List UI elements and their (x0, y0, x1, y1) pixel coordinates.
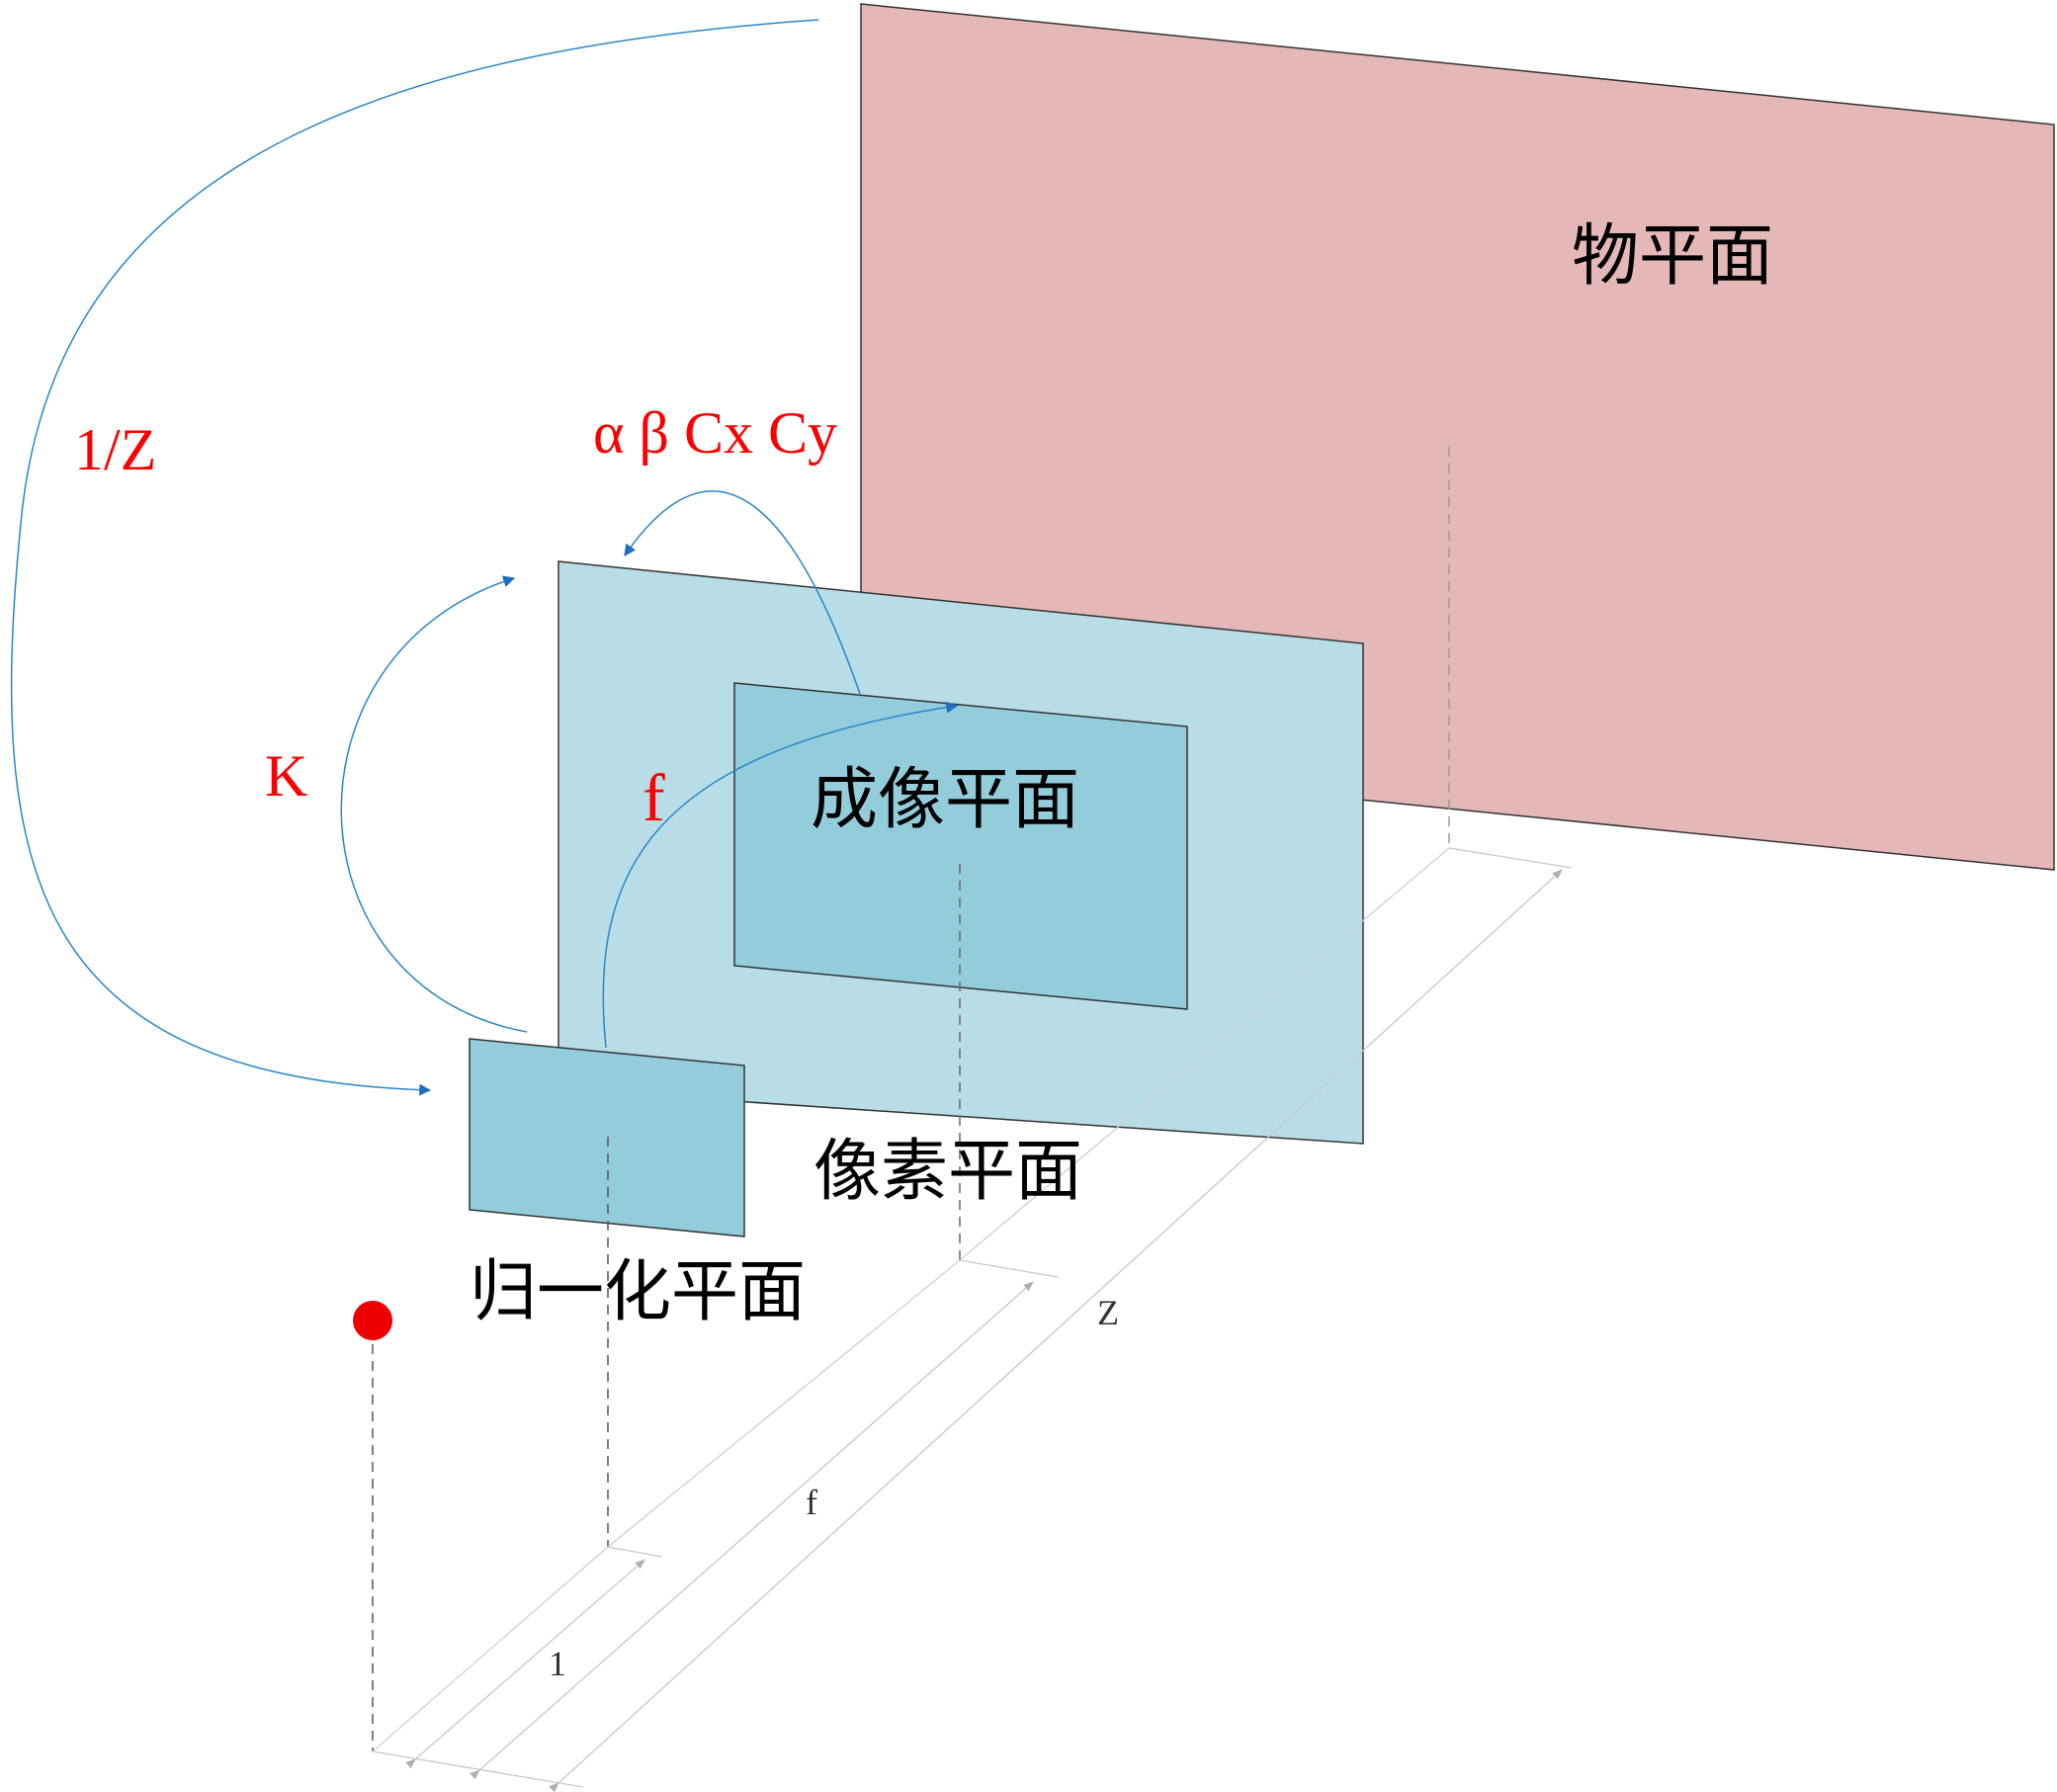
image-plane-label: 成像平面 (811, 761, 1079, 839)
image-plane (733, 682, 1188, 1010)
normalized-plane-label: 归一化平面 (470, 1253, 806, 1331)
dim-label-1: 1 (549, 1644, 566, 1683)
camera-model-diagram: 物平面 成像平面 像素平面 归一化平面 1/Z α β Cx Cy K f 1 … (10, 3, 2055, 1792)
dim-label-f: f (806, 1483, 817, 1522)
inv-z-label: 1/Z (74, 417, 156, 482)
object-plane-label: 物平面 (1572, 217, 1773, 296)
optical-center-dot (353, 1301, 392, 1340)
f-transform-label: f (643, 760, 665, 835)
ext-tick-object (1448, 847, 1573, 869)
base-ray-1 (372, 1546, 609, 1752)
ext-tick-origin (372, 1750, 584, 1788)
dim-arrow-f (470, 1281, 1034, 1780)
ext-tick-normalized (607, 1546, 663, 1558)
pixel-plane-label: 像素平面 (814, 1133, 1082, 1211)
dim-label-z: Z (1097, 1293, 1119, 1332)
dim-arrow-1 (405, 1559, 645, 1769)
ext-tick-image (959, 1259, 1059, 1278)
normalized-plane (469, 1038, 745, 1237)
k-label: K (265, 743, 307, 809)
intrinsics-label: α β Cx Cy (593, 400, 837, 466)
arrow-k (340, 575, 528, 1033)
